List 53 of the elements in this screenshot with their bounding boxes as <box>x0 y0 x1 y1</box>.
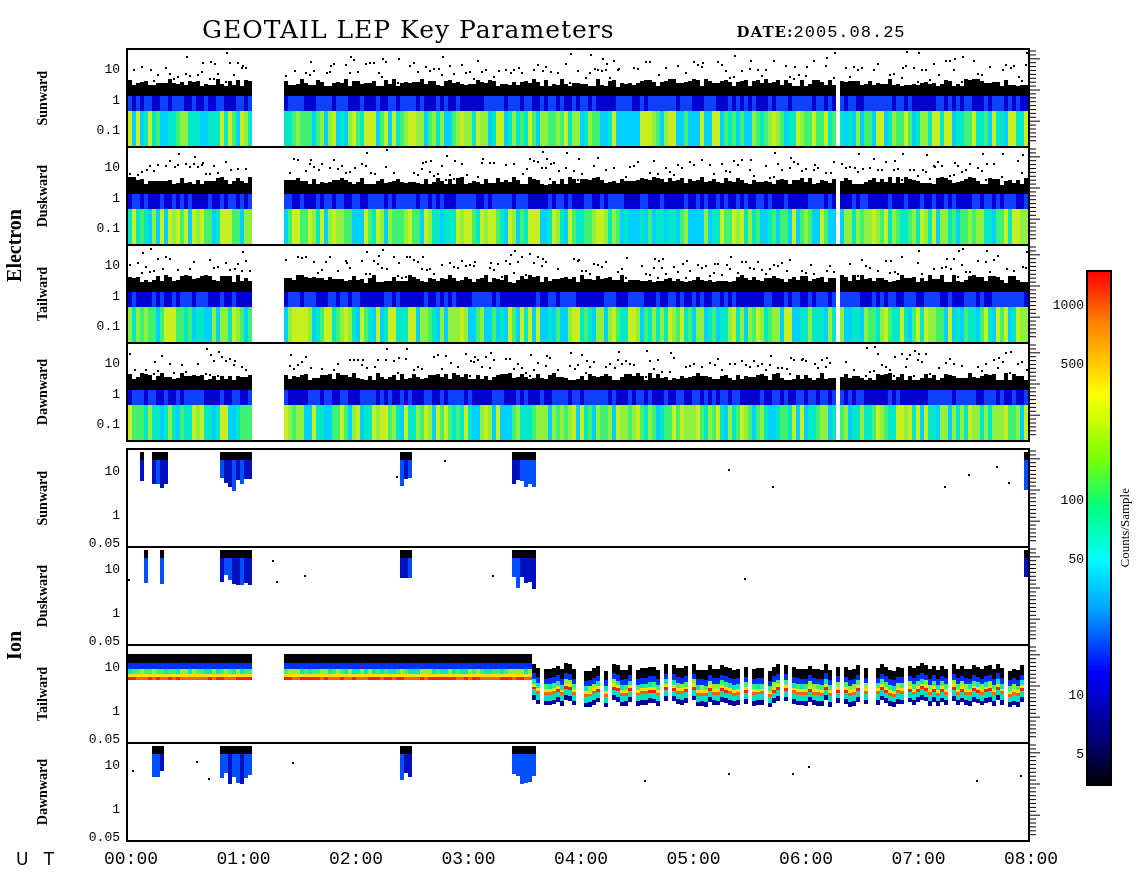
date-label: DATE:2005.08.25 <box>736 23 906 44</box>
colorbar-title: Counts/Sample <box>1117 488 1133 568</box>
axis-tick-label: 08:00 <box>1003 849 1059 869</box>
panel-label: Tailward <box>35 667 51 721</box>
panel-label: Dawnward <box>35 358 51 426</box>
axis-tick-label: 10 <box>104 159 120 175</box>
axis-tick-label: 1 <box>112 386 120 402</box>
axis-tick-label: 02:00 <box>328 849 384 869</box>
colorbar-tick-label: 50 <box>1068 551 1084 567</box>
axis-tick-label: 10 <box>104 61 120 77</box>
axis-tick-label: 0.05 <box>88 633 120 649</box>
axis-tick-label: 1 <box>112 190 120 206</box>
axis-tick-label: 01:00 <box>215 849 272 869</box>
colorbar-tick-label: 1000 <box>1052 297 1084 313</box>
axis-tick-label: 04:00 <box>553 849 609 869</box>
axis-tick-label: 10 <box>104 257 120 273</box>
axis-tick-label: 05:00 <box>665 849 722 869</box>
group-label: Electron <box>2 208 26 282</box>
axis-tick-label: 0.05 <box>88 535 120 551</box>
panel-label: Tailward <box>35 267 51 321</box>
panel-label: Dawnward <box>35 758 51 826</box>
colorbar-tick-label: 5 <box>1076 746 1084 762</box>
axis-tick-label: 00:00 <box>103 849 159 869</box>
axis-tick-label: 1 <box>112 507 120 523</box>
axis-tick-label: 0.1 <box>96 416 120 432</box>
axis-tick-label: 03:00 <box>440 849 497 869</box>
axis-tick-label: 10 <box>104 355 120 371</box>
colorbar-tick-label: 10 <box>1068 687 1084 703</box>
axis-tick-label: 10 <box>104 659 120 675</box>
axis-tick-label: 1 <box>112 288 120 304</box>
axis-tick-label: 1 <box>112 605 120 621</box>
panel-label: Sunward <box>35 470 51 526</box>
axis-tick-label: 0.1 <box>96 318 120 334</box>
axis-tick-label: 0.1 <box>96 220 120 236</box>
panel-label: Duskward <box>35 564 51 628</box>
axis-tick-label: 0.05 <box>88 731 120 747</box>
group-label: Ion <box>2 630 26 660</box>
panel-label: Sunward <box>35 70 51 126</box>
axis-tick-label: 1 <box>112 801 120 817</box>
axis-tick-label: 10 <box>104 757 120 773</box>
axis-tick-label: 1 <box>112 92 120 108</box>
axis-tick-label: 0.1 <box>96 122 120 138</box>
axis-tick-label: 0.05 <box>88 829 120 845</box>
panel-label: Duskward <box>35 164 51 228</box>
axis-tick-label: 10 <box>104 561 120 577</box>
axis-tick-label: 1 <box>112 703 120 719</box>
chart-title: GEOTAIL LEP Key Parameters <box>202 15 615 44</box>
axis-tick-label: 07:00 <box>890 849 947 869</box>
colorbar-tick-label: 100 <box>1060 492 1084 508</box>
axis-title: U T <box>15 849 56 869</box>
colorbar-tick-label: 500 <box>1060 356 1084 372</box>
axis-tick-label: 06:00 <box>778 849 834 869</box>
axis-tick-label: 10 <box>104 463 120 479</box>
